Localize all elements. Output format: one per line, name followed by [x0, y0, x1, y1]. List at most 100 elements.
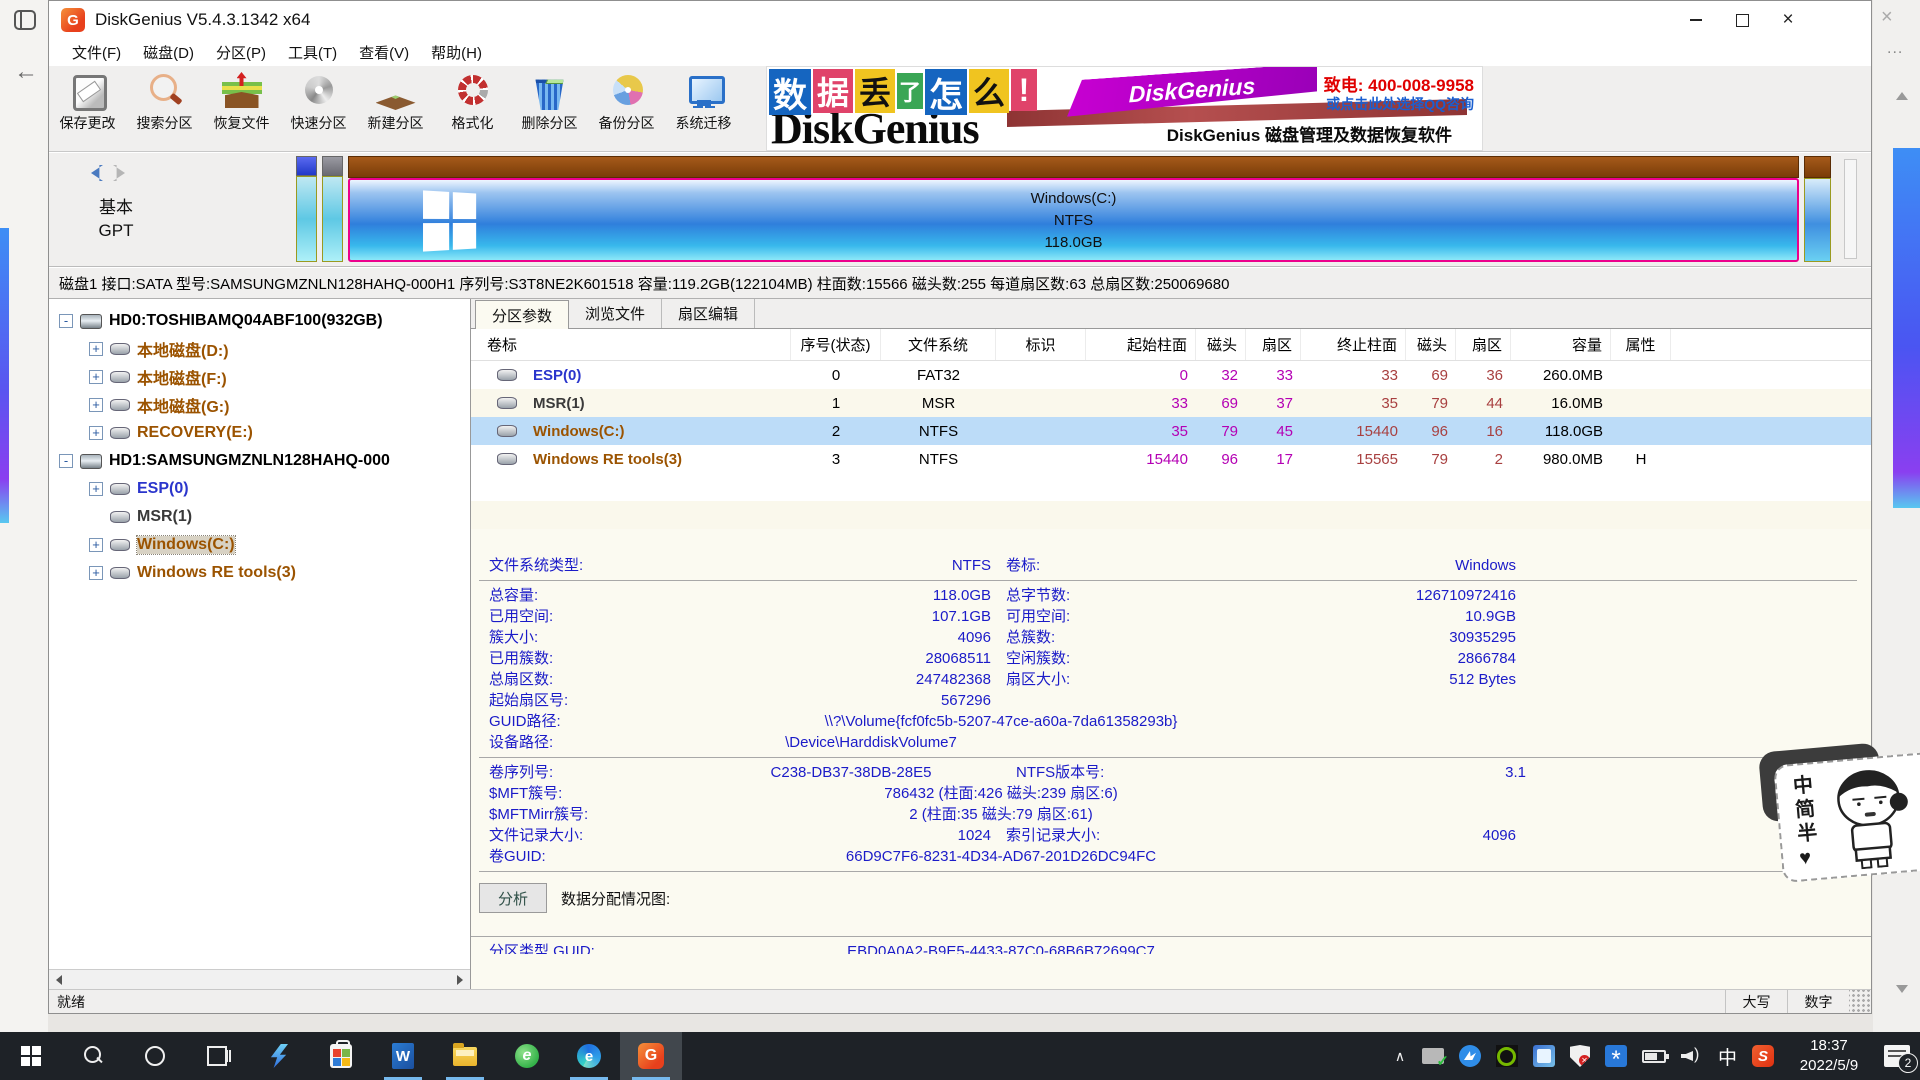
tree-item-windows-c[interactable]: Windows(C:): [49, 531, 470, 559]
table-header-cell[interactable]: 磁头: [1196, 329, 1246, 360]
tree-item-windows-re[interactable]: Windows RE tools(3): [49, 559, 470, 587]
tree-item-recovery-e[interactable]: RECOVERY(E:): [49, 419, 470, 447]
ad-banner[interactable]: DiskGenius 数据丢了怎么! DiskGenius 致电: 400-00…: [766, 66, 1483, 151]
tree-expander-icon[interactable]: [89, 566, 103, 580]
volume-icon[interactable]: [1681, 1047, 1703, 1065]
toolbar-recover-files[interactable]: 恢复文件: [203, 66, 280, 151]
diskgenius-taskbar-icon[interactable]: G: [620, 1032, 682, 1080]
tray-expand-icon[interactable]: ∧: [1393, 1049, 1407, 1063]
table-header-cell[interactable]: 标识: [996, 329, 1086, 360]
sidebar-toggle-icon[interactable]: [14, 10, 36, 30]
partition-strip: Windows(C:) NTFS 118.0GB: [296, 156, 1831, 264]
partition-block-windows-c[interactable]: Windows(C:) NTFS 118.0GB: [348, 156, 1799, 264]
tree-item-local-f[interactable]: 本地磁盘(F:): [49, 363, 470, 391]
tree-expander-icon[interactable]: [89, 370, 103, 384]
toolbar-new-partition[interactable]: 新建分区: [357, 66, 434, 151]
tree-item-msr[interactable]: MSR(1): [49, 503, 470, 531]
partition-row-msr[interactable]: MSR(1) 1 MSR 33 69 37 35 79 44 16.0MB: [471, 389, 1871, 417]
prev-disk-icon[interactable]: [91, 165, 103, 181]
partition-block-msr[interactable]: [322, 156, 343, 262]
toolbar-search-partition[interactable]: 搜索分区: [126, 66, 203, 151]
search-icon[interactable]: [62, 1032, 124, 1080]
partition-block-esp[interactable]: [296, 156, 317, 262]
tree-item-local-d[interactable]: 本地磁盘(D:): [49, 335, 470, 363]
partition-row-windows-re[interactable]: Windows RE tools(3) 3 NTFS 15440 96 17 1…: [471, 445, 1871, 473]
analyze-button[interactable]: 分析: [479, 883, 547, 913]
separator: [479, 871, 1857, 872]
ie-browser-icon[interactable]: e: [496, 1032, 558, 1080]
partition-row-windows-c[interactable]: Windows(C:) 2 NTFS 35 79 45 15440 96 16 …: [471, 417, 1871, 445]
table-header-cell[interactable]: 卷标: [471, 329, 791, 360]
banner-qq-link[interactable]: 或点击此处选择QQ咨询: [1326, 94, 1474, 114]
task-view-icon[interactable]: [186, 1032, 248, 1080]
tree-expander-icon[interactable]: [59, 314, 73, 328]
menu-item[interactable]: 分区(P): [205, 39, 277, 66]
tree-item-hd1[interactable]: HD1:SAMSUNGMZNLN128HAHQ-000: [49, 447, 470, 475]
table-header-cell[interactable]: 扇区: [1456, 329, 1511, 360]
ime-sticker-widget[interactable]: 中简半♥: [1773, 751, 1920, 883]
tree-expander-icon[interactable]: [89, 342, 103, 356]
tree-expander-icon[interactable]: [89, 482, 103, 496]
start-button-icon[interactable]: [0, 1032, 62, 1080]
nvidia-icon[interactable]: [1496, 1045, 1518, 1067]
messenger-icon[interactable]: [1459, 1045, 1481, 1067]
tree-expander-icon[interactable]: [89, 398, 103, 412]
table-header-cell[interactable]: 容量: [1511, 329, 1611, 360]
flash-app-icon[interactable]: [248, 1032, 310, 1080]
tab[interactable]: 扇区编辑: [662, 299, 755, 328]
table-header-cell[interactable]: 扇区: [1246, 329, 1301, 360]
table-header-cell[interactable]: 起始柱面: [1086, 329, 1196, 360]
tree-item-local-g[interactable]: 本地磁盘(G:): [49, 391, 470, 419]
menu-item[interactable]: 磁盘(D): [132, 39, 205, 66]
scroll-right-icon[interactable]: [450, 970, 470, 989]
file-explorer-icon[interactable]: [434, 1032, 496, 1080]
toolbar-delete-partition[interactable]: 删除分区: [511, 66, 588, 151]
tree-horizontal-scrollbar[interactable]: [49, 969, 470, 989]
menu-item[interactable]: 帮助(H): [420, 39, 493, 66]
minimize-button[interactable]: [1673, 1, 1719, 39]
tree-item-hd0[interactable]: HD0:TOSHIBAMQ04ABF100(932GB): [49, 307, 470, 335]
taskbar-clock[interactable]: 18:37 2022/5/9: [1789, 1036, 1869, 1077]
tab[interactable]: 浏览文件: [569, 299, 662, 328]
defender-alert-icon[interactable]: [1570, 1045, 1590, 1067]
toolbar-quick-partition[interactable]: 快速分区: [280, 66, 357, 151]
toolbar-format[interactable]: 格式化: [434, 66, 511, 151]
sogou-ime-icon[interactable]: S: [1752, 1045, 1774, 1067]
scroll-left-icon[interactable]: [49, 970, 69, 989]
disk-info-bar: 磁盘1 接口:SATA 型号:SAMSUNGMZNLN128HAHQ-000H1…: [49, 268, 1871, 299]
table-header-cell[interactable]: 序号(状态): [791, 329, 881, 360]
action-center-icon[interactable]: 2: [1884, 1045, 1910, 1067]
intel-graphics-icon[interactable]: [1533, 1045, 1555, 1067]
table-header-cell[interactable]: 属性: [1611, 329, 1671, 360]
word-icon[interactable]: W: [372, 1032, 434, 1080]
menu-item[interactable]: 查看(V): [348, 39, 420, 66]
ime-mode-icon[interactable]: 中: [1718, 1043, 1737, 1070]
partition-row-esp[interactable]: ESP(0) 0 FAT32 0 32 33 33 69 36 260.0MB: [471, 361, 1871, 389]
menu-item[interactable]: 工具(T): [277, 39, 348, 66]
tree-expander-icon[interactable]: [59, 454, 73, 468]
table-header-cell[interactable]: 文件系统: [881, 329, 996, 360]
printer-status-icon[interactable]: [1422, 1048, 1444, 1064]
table-header-cell[interactable]: 磁头: [1406, 329, 1456, 360]
tab[interactable]: 分区参数: [475, 300, 569, 329]
toolbar-system-migration[interactable]: 系统迁移: [665, 66, 742, 151]
resize-grip[interactable]: [1849, 990, 1871, 1013]
menu-item[interactable]: 文件(F): [61, 39, 132, 66]
edge-icon[interactable]: e: [558, 1032, 620, 1080]
table-header-cell[interactable]: 终止柱面: [1301, 329, 1406, 360]
battery-icon[interactable]: [1642, 1050, 1666, 1063]
next-disk-icon[interactable]: [113, 165, 125, 181]
cortana-icon[interactable]: [124, 1032, 186, 1080]
tree-expander-icon[interactable]: [89, 426, 103, 440]
disk-strip-scrollbar[interactable]: [1844, 159, 1857, 259]
toolbar-backup-partition[interactable]: 备份分区: [588, 66, 665, 151]
toolbar-save-changes[interactable]: 保存更改: [49, 66, 126, 151]
close-button[interactable]: ×: [1765, 1, 1811, 39]
snowflake-tool-icon[interactable]: *: [1605, 1045, 1627, 1067]
partition-block-windows-re[interactable]: [1804, 156, 1831, 264]
tree-expander-icon[interactable]: [89, 538, 103, 552]
store-icon[interactable]: [310, 1032, 372, 1080]
maximize-button[interactable]: [1719, 1, 1765, 39]
tree-item-esp[interactable]: ESP(0): [49, 475, 470, 503]
back-arrow-icon[interactable]: ←: [14, 58, 38, 86]
